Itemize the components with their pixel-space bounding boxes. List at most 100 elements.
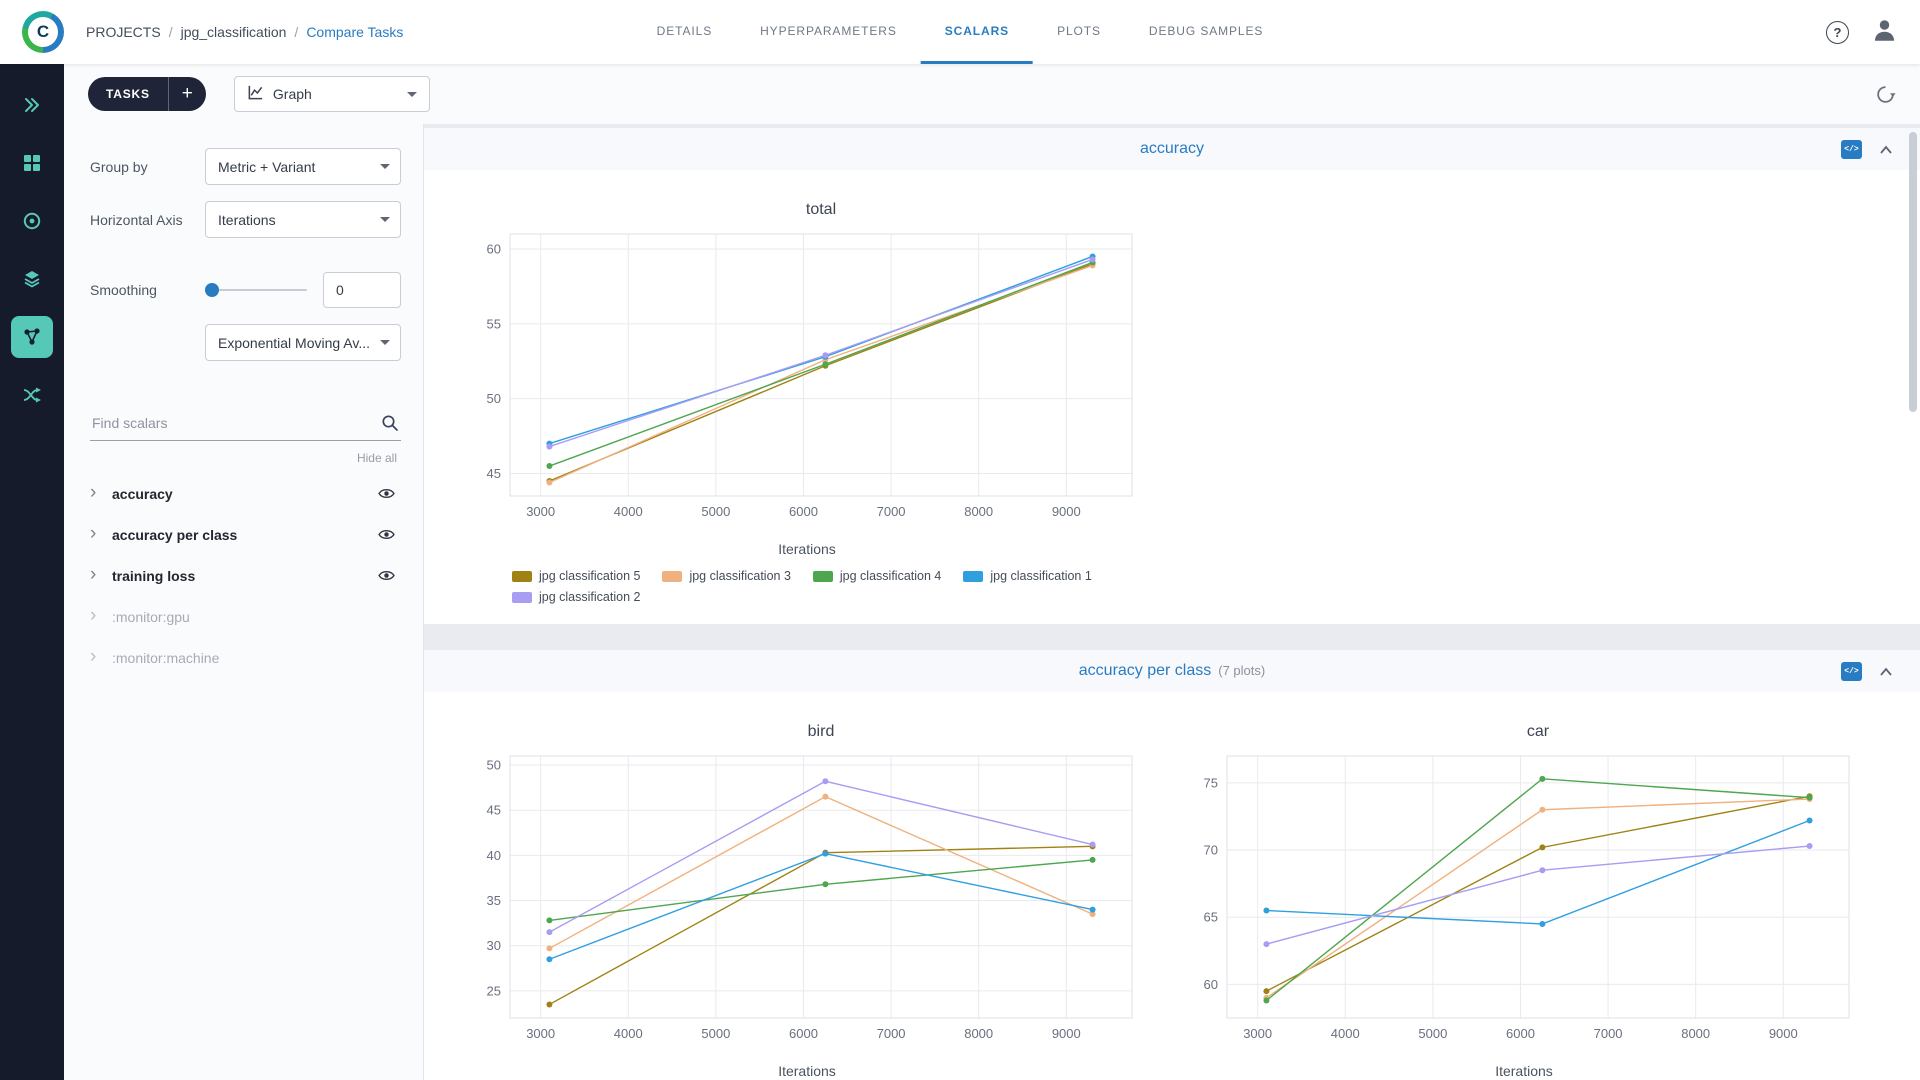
tasks-button-group: TASKS + [88, 77, 206, 111]
svg-text:8000: 8000 [964, 504, 993, 519]
smoothing-slider[interactable] [205, 283, 307, 297]
legend-item[interactable]: jpg classification 3 [662, 569, 791, 583]
svg-text:8000: 8000 [1681, 1026, 1710, 1041]
svg-text:30: 30 [487, 938, 501, 953]
horizontal-axis-value: Iterations [218, 211, 276, 228]
charts-area: accuracy </> total 3000 4000 5000 6000 7000 80… [424, 124, 1920, 1080]
pipelines-icon[interactable] [11, 374, 53, 416]
datasets-icon[interactable] [11, 200, 53, 242]
svg-text:4000: 4000 [614, 1026, 643, 1041]
scalar-group-accuracy[interactable]: › accuracy [90, 473, 401, 514]
section-title: accuracy per class [1078, 662, 1212, 679]
section-header: accuracy </> [424, 128, 1920, 170]
scalars-settings-panel: Group by Metric + Variant Horizontal Axi… [64, 124, 424, 1080]
plot-canvas[interactable]: car 3000 4000 5000 6000 7000 8000 9000 60 65 70 75 [1179, 714, 1879, 1059]
scrollbar-thumb[interactable] [1909, 132, 1917, 412]
clearml-logo[interactable]: C [22, 11, 64, 53]
graph-icon [247, 84, 264, 104]
collapse-section-icon[interactable] [1878, 665, 1894, 678]
help-icon[interactable]: ? [1826, 20, 1849, 44]
reports-icon[interactable] [11, 258, 53, 300]
plot-canvas[interactable]: total 3000 4000 5000 6000 7000 8000 9000 45 50 55 6… [462, 192, 1162, 537]
user-avatar-icon[interactable] [1871, 16, 1898, 48]
launch-icon[interactable] [11, 84, 53, 126]
tasks-button[interactable]: TASKS [88, 77, 168, 111]
svg-text:9000: 9000 [1052, 504, 1081, 519]
scalar-group-accuracy-per-class[interactable]: › accuracy per class [90, 514, 401, 555]
top-header: C PROJECTS / jpg_classification / Compar… [0, 0, 1920, 64]
chevron-right-icon[interactable]: › [90, 606, 112, 628]
scalar-group-monitor-machine[interactable]: › :monitor:machine [90, 637, 401, 678]
horizontal-axis-select[interactable]: Iterations [205, 201, 401, 238]
slider-knob[interactable] [205, 283, 219, 297]
horizontal-axis-row: Horizontal Axis Iterations [90, 201, 401, 238]
svg-text:50: 50 [487, 391, 501, 406]
group-by-select[interactable]: Metric + Variant [205, 148, 401, 185]
svg-text:total: total [806, 201, 836, 218]
svg-text:5000: 5000 [701, 504, 730, 519]
legend-swatch [512, 591, 532, 603]
smoothing-method-select[interactable]: Exponential Moving Av... [205, 324, 401, 361]
breadcrumb-project-name[interactable]: jpg_classification [181, 24, 287, 40]
breadcrumb-separator: / [294, 24, 299, 40]
visibility-eye-icon[interactable] [372, 565, 401, 586]
legend-item[interactable]: jpg classification 5 [512, 569, 640, 583]
chevron-right-icon[interactable]: › [90, 483, 112, 505]
empty-chart-cell [1179, 192, 1896, 608]
svg-text:3000: 3000 [526, 1026, 555, 1041]
visibility-eye-icon[interactable] [372, 524, 401, 545]
experiments-icon[interactable] [11, 316, 53, 358]
breadcrumb-projects[interactable]: PROJECTS [86, 24, 161, 40]
legend-item[interactable]: jpg classification 4 [812, 569, 942, 583]
embed-code-icon[interactable]: </> [1841, 139, 1862, 159]
svg-text:8000: 8000 [964, 1026, 993, 1041]
embed-code-icon[interactable]: </> [1841, 661, 1862, 681]
hide-all-link[interactable]: Hide all [90, 451, 397, 465]
scalar-group-monitor-gpu[interactable]: › :monitor:gpu [90, 596, 401, 637]
plot-canvas[interactable]: bird 3000 4000 5000 6000 7000 8000 9000 25 30 35 40… [462, 714, 1162, 1059]
svg-text:50: 50 [487, 758, 501, 773]
tab-scalars[interactable]: SCALARS [920, 0, 1034, 64]
collapse-section-icon[interactable] [1878, 143, 1894, 156]
view-mode-select[interactable]: Graph [233, 76, 430, 112]
chart-total[interactable]: total 3000 4000 5000 6000 7000 8000 9000 45 50 55 6… [462, 192, 1162, 608]
svg-text:35: 35 [487, 893, 501, 908]
svg-text:70: 70 [1204, 843, 1218, 858]
svg-text:5000: 5000 [701, 1026, 730, 1041]
chart-bird[interactable]: bird 3000 4000 5000 6000 7000 8000 9000 25 30 35 40… [462, 714, 1162, 1080]
auto-refresh-icon[interactable] [1875, 84, 1896, 105]
smoothing-label: Smoothing [90, 282, 157, 298]
x-axis-label: Iterations [778, 541, 836, 557]
scalar-group-training-loss[interactable]: › training loss [90, 555, 401, 596]
svg-text:75: 75 [1204, 775, 1218, 790]
legend-swatch [662, 570, 683, 582]
tab-hyperparameters[interactable]: HYPERPARAMETERS [736, 0, 921, 64]
chevron-right-icon[interactable]: › [90, 565, 112, 587]
legend-item[interactable]: jpg classification 1 [963, 569, 1092, 583]
legend-item[interactable]: jpg classification 2 [512, 590, 640, 604]
side-rail [0, 64, 64, 1080]
svg-text:7000: 7000 [877, 1026, 906, 1041]
projects-icon[interactable] [11, 142, 53, 184]
add-task-button[interactable]: + [167, 77, 206, 111]
svg-text:5000: 5000 [1418, 1026, 1447, 1041]
slider-track[interactable] [205, 289, 307, 291]
svg-text:3000: 3000 [526, 504, 555, 519]
tab-details[interactable]: DETAILS [633, 0, 736, 64]
search-input[interactable] [90, 407, 401, 441]
svg-text:4000: 4000 [1331, 1026, 1360, 1041]
tab-debug-samples[interactable]: DEBUG SAMPLES [1125, 0, 1287, 64]
chevron-right-icon[interactable]: › [90, 524, 112, 546]
tab-plots[interactable]: PLOTS [1033, 0, 1125, 64]
legend-label: jpg classification 4 [839, 569, 942, 583]
chart-car[interactable]: car 3000 4000 5000 6000 7000 8000 9000 60 65 70 75 … [1179, 714, 1879, 1080]
smoothing-value-input[interactable] [323, 272, 401, 308]
chevron-right-icon[interactable]: › [90, 647, 112, 669]
section-title: accuracy [1139, 140, 1205, 157]
visibility-eye-icon[interactable] [372, 483, 401, 504]
svg-text:6000: 6000 [789, 1026, 818, 1041]
section-subtitle: (7 plots) [1218, 663, 1266, 678]
svg-text:40: 40 [487, 848, 501, 863]
svg-text:55: 55 [487, 316, 501, 331]
svg-text:60: 60 [1204, 977, 1218, 992]
